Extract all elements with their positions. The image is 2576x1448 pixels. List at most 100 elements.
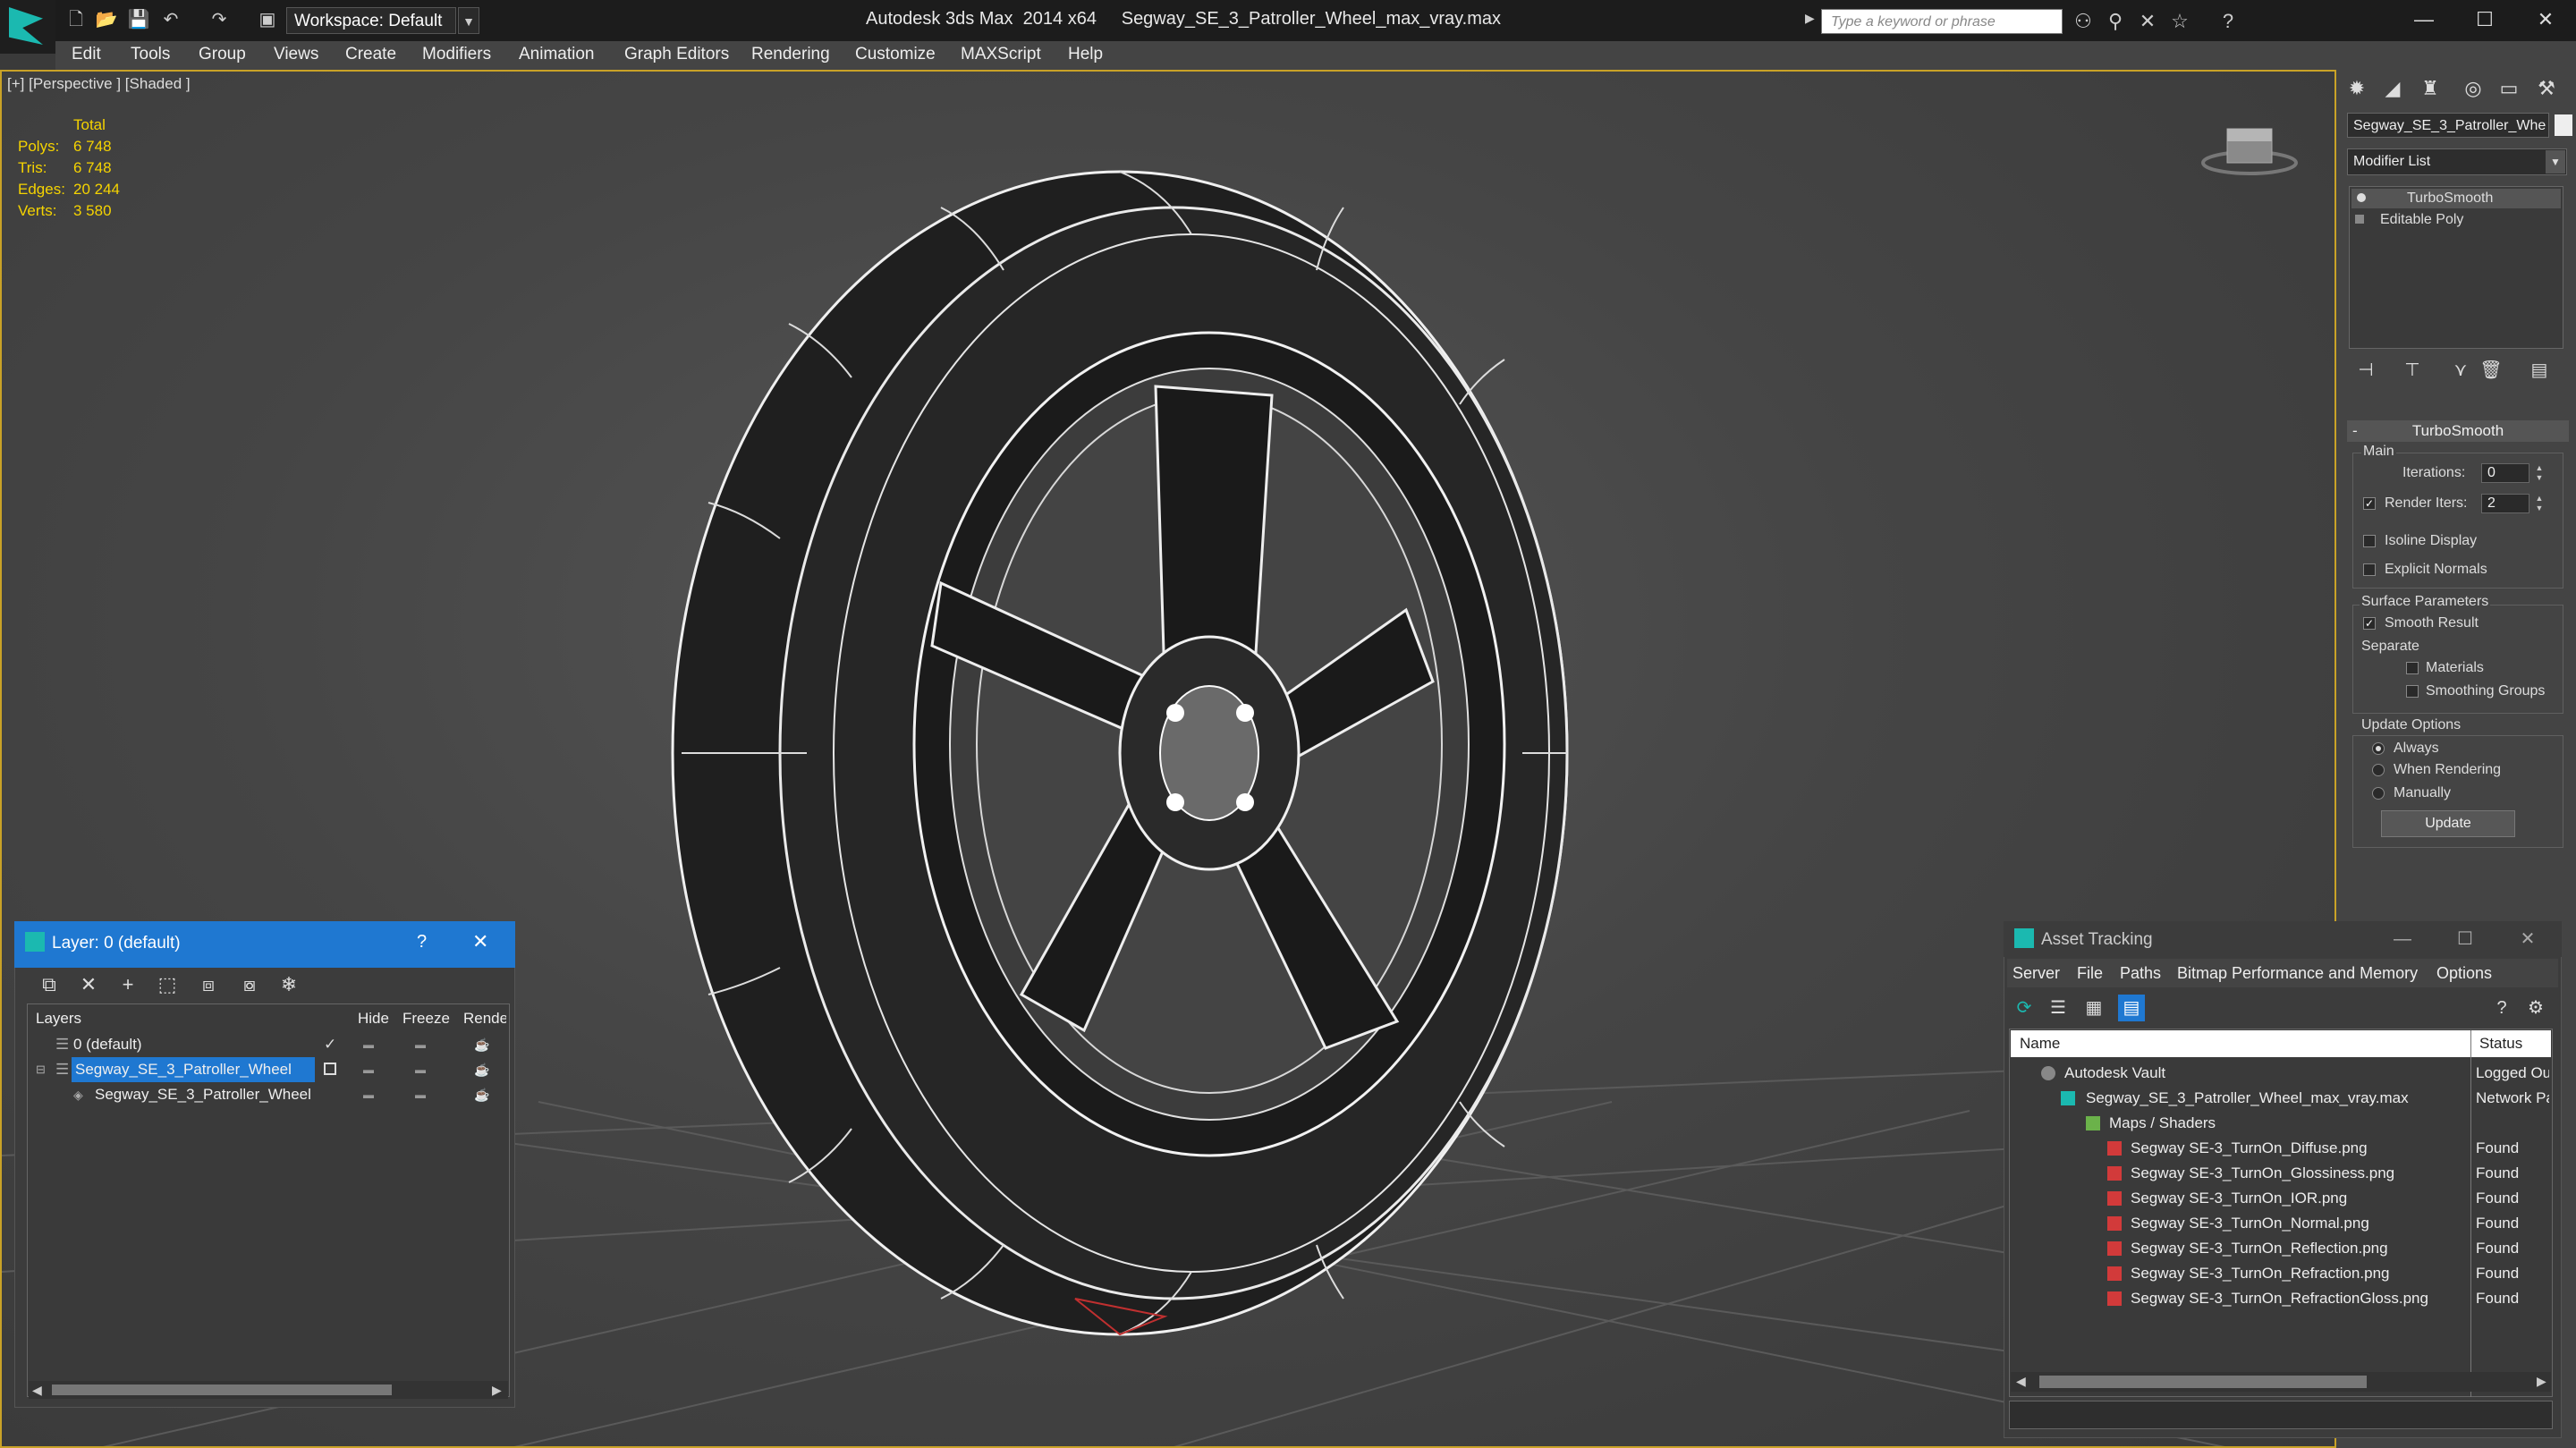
render-iters-spinner[interactable]: 2 [2481, 494, 2529, 513]
settings-icon[interactable]: ⚙ [2522, 995, 2549, 1021]
render-teapot-icon[interactable]: ☕ [474, 1057, 489, 1082]
pin-stack-icon[interactable]: ⊣ [2352, 358, 2379, 383]
table-row[interactable]: Segway SE-3_TurnOn_IOR.png Found [2011, 1186, 2551, 1211]
menu-modifiers[interactable]: Modifiers [422, 45, 491, 64]
table-row[interactable]: Segway SE-3_TurnOn_Glossiness.png Found [2011, 1161, 2551, 1186]
binoculars-icon[interactable]: ⚇ [2070, 9, 2097, 34]
menu-help[interactable]: Help [1068, 45, 1103, 64]
stack-item-editable-poly[interactable]: Editable Poly [2351, 210, 2561, 230]
chevron-down-icon[interactable]: ▼ [458, 7, 479, 34]
table-row[interactable]: ◈ Segway_SE_3_Patroller_Wheel ▬ ▬ ☕ [29, 1082, 508, 1107]
make-unique-icon[interactable]: ⋎ [2447, 358, 2474, 383]
make-active-icon[interactable] [324, 1063, 336, 1075]
search-input[interactable]: Type a keyword or phrase [1821, 9, 2063, 34]
column-header-layers[interactable]: Layers [36, 1005, 81, 1032]
save-icon[interactable]: 💾 [127, 9, 150, 30]
refresh-icon[interactable]: ⟳ [2011, 995, 2038, 1021]
table-view-icon[interactable]: ▤ [2118, 995, 2145, 1021]
scrollbar-thumb[interactable] [52, 1384, 392, 1395]
display-tab-icon[interactable]: ▭ [2494, 73, 2524, 104]
freeze-toggle[interactable]: ▬ [415, 1057, 426, 1082]
list-view-icon[interactable]: ☰ [2045, 995, 2072, 1021]
freeze-all-icon[interactable]: ❄ [274, 970, 304, 1000]
close-button[interactable]: ✕ [472, 930, 488, 953]
close-button[interactable]: ✕ [2508, 925, 2547, 953]
add-selection-icon[interactable]: + [113, 970, 143, 1000]
table-row[interactable]: Segway SE-3_TurnOn_RefractionGloss.png F… [2011, 1286, 2551, 1311]
menu-file[interactable]: File [2077, 964, 2103, 983]
render-teapot-icon[interactable]: ☕ [474, 1032, 489, 1057]
asset-path-field[interactable] [2009, 1401, 2553, 1429]
minimize-button[interactable]: — [2394, 0, 2454, 39]
table-row[interactable]: Segway SE-3_TurnOn_Refraction.png Found [2011, 1261, 2551, 1286]
help-icon[interactable]: ? [2488, 995, 2515, 1021]
hide-toggle[interactable]: ▬ [363, 1082, 374, 1107]
spinner-arrows-icon[interactable]: ▲ ▼ [2533, 463, 2546, 483]
hierarchy-tab-icon[interactable]: ♜ [2415, 73, 2445, 104]
table-row[interactable]: Segway_SE_3_Patroller_Wheel_max_vray.max… [2011, 1086, 2551, 1111]
workspace-dropdown[interactable]: Workspace: Default [286, 7, 456, 34]
hide-toggle[interactable]: ▬ [363, 1057, 374, 1082]
table-row[interactable]: Segway SE-3_TurnOn_Diffuse.png Found [2011, 1136, 2551, 1161]
smooth-result-checkbox[interactable]: ✓ [2363, 617, 2376, 630]
modify-tab-icon[interactable]: ◢ [2377, 73, 2408, 104]
menu-rendering[interactable]: Rendering [751, 45, 830, 64]
freeze-toggle[interactable]: ▬ [415, 1032, 426, 1057]
maximize-button[interactable]: ☐ [2445, 925, 2485, 953]
help-icon[interactable]: ? [2215, 9, 2241, 34]
menu-animation[interactable]: Animation [519, 45, 595, 64]
menu-bitmap-performance[interactable]: Bitmap Performance and Memory [2177, 964, 2418, 983]
isoline-display-checkbox[interactable] [2363, 535, 2376, 547]
detail-view-icon[interactable]: ▦ [2080, 995, 2107, 1021]
stack-item-turbosmooth[interactable]: TurboSmooth [2351, 189, 2561, 208]
help-button[interactable]: ? [417, 932, 427, 953]
create-tab-icon[interactable]: ✹ [2342, 73, 2372, 104]
update-manually-radio[interactable] [2372, 787, 2385, 800]
table-row[interactable]: Segway SE-3_TurnOn_Normal.png Found [2011, 1211, 2551, 1236]
render-iters-checkbox[interactable]: ✓ [2363, 497, 2376, 510]
remove-modifier-icon[interactable]: 🗑 [2478, 358, 2504, 383]
smoothing-groups-checkbox[interactable] [2406, 685, 2419, 698]
expand-icon[interactable]: ⊟ [36, 1057, 46, 1082]
select-objects-icon[interactable]: ⬚ [152, 970, 182, 1000]
scroll-left-icon[interactable]: ◀ [2016, 1374, 2026, 1389]
explicit-normals-checkbox[interactable] [2363, 563, 2376, 576]
menu-tools[interactable]: Tools [131, 45, 170, 64]
materials-checkbox[interactable] [2406, 662, 2419, 674]
object-name-field[interactable]: Segway_SE_3_Patroller_Whe [2347, 113, 2549, 138]
viewport-label[interactable]: [+] [Perspective ] [Shaded ] [7, 75, 191, 93]
menu-options[interactable]: Options [2436, 964, 2492, 983]
menu-customize[interactable]: Customize [855, 45, 936, 64]
menu-views[interactable]: Views [274, 45, 318, 64]
column-header-render[interactable]: Render [463, 1005, 506, 1032]
chevron-down-icon[interactable]: ▼ [2546, 150, 2565, 174]
table-row[interactable]: ⊟ ☰ Segway_SE_3_Patroller_Wheel ▬ ▬ ☕ [29, 1057, 508, 1082]
utilities-tab-icon[interactable]: ⚒ [2531, 73, 2562, 104]
table-row[interactable]: Segway SE-3_TurnOn_Reflection.png Found [2011, 1236, 2551, 1261]
new-layer-icon[interactable]: ⧉ [34, 970, 64, 1000]
configure-modifier-sets-icon[interactable]: ▤ [2526, 358, 2553, 383]
update-button[interactable]: Update [2381, 810, 2515, 837]
highlight-layer-icon[interactable]: ⧈ [193, 970, 224, 1000]
render-teapot-icon[interactable]: ☕ [474, 1082, 489, 1107]
close-button[interactable]: ✕ [2515, 0, 2576, 39]
menu-group[interactable]: Group [199, 45, 246, 64]
show-end-result-icon[interactable]: ⊤ [2399, 358, 2426, 383]
project-folder-icon[interactable]: ▣ [256, 9, 279, 30]
menu-paths[interactable]: Paths [2120, 964, 2161, 983]
menu-server[interactable]: Server [2012, 964, 2060, 983]
menu-graph-editors[interactable]: Graph Editors [624, 45, 729, 64]
redo-icon[interactable]: ↷ [208, 9, 231, 30]
scroll-right-icon[interactable]: ▶ [492, 1383, 502, 1398]
update-always-radio[interactable] [2372, 742, 2385, 755]
scrollbar-thumb[interactable] [2039, 1376, 2367, 1388]
menu-create[interactable]: Create [345, 45, 396, 64]
motion-tab-icon[interactable]: ◎ [2458, 73, 2488, 104]
menu-edit[interactable]: Edit [72, 45, 101, 64]
column-header-status[interactable]: Status [2479, 1030, 2522, 1057]
delete-layer-icon[interactable]: ✕ [73, 970, 104, 1000]
menu-maxscript[interactable]: MAXScript [961, 45, 1041, 64]
open-file-icon[interactable]: 📂 [95, 9, 118, 30]
column-header-freeze[interactable]: Freeze [402, 1005, 450, 1032]
app-logo-icon[interactable] [0, 0, 55, 54]
